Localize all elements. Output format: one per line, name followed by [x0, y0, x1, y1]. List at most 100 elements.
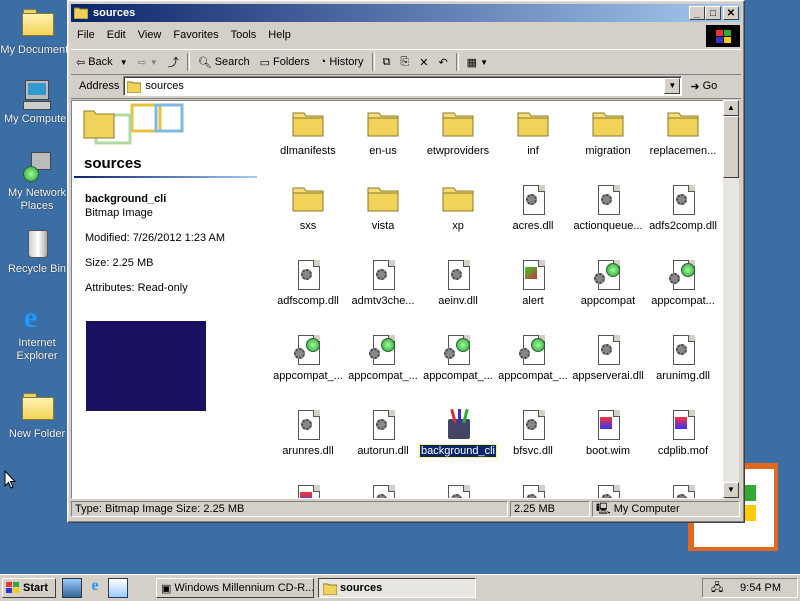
- network-tray-icon[interactable]: 🖧︎: [711, 579, 723, 598]
- file-item[interactable]: admtv3che...: [343, 259, 423, 307]
- scroll-up-button[interactable]: ▲: [723, 100, 739, 116]
- file-item[interactable]: bfsvc.dll: [493, 409, 573, 457]
- menu-favorites[interactable]: Favorites: [167, 25, 224, 45]
- show-desktop-icon[interactable]: [62, 578, 82, 598]
- file-item[interactable]: [343, 484, 423, 498]
- up-button[interactable]: ⤴: [163, 51, 184, 73]
- address-dropdown-button[interactable]: ▼: [664, 78, 681, 94]
- file-item[interactable]: [493, 484, 573, 498]
- file-item[interactable]: adfscomp.dll: [268, 259, 348, 307]
- vertical-scrollbar[interactable]: ▲ ▼: [723, 100, 739, 498]
- file-item[interactable]: xp: [418, 184, 498, 232]
- menu-view[interactable]: View: [132, 25, 168, 45]
- taskbar-item-cd-window[interactable]: ▣ Windows Millennium CD-R...: [156, 578, 314, 598]
- title-bar[interactable]: sources _ □ ✕: [71, 4, 741, 22]
- go-button[interactable]: ➜ Go: [690, 80, 717, 93]
- file-item[interactable]: appcompat: [568, 259, 648, 307]
- selected-file-size: Size: 2.25 MB: [85, 257, 154, 269]
- desktop-icon-my-computer[interactable]: My Computer: [0, 78, 74, 126]
- file-item[interactable]: [568, 484, 648, 498]
- start-button[interactable]: Start: [2, 578, 56, 598]
- folder-icon: [367, 109, 399, 141]
- file-item[interactable]: en-us: [343, 109, 423, 157]
- address-label: Address: [79, 80, 120, 92]
- forward-button[interactable]: ⇨ ▼: [133, 51, 163, 73]
- folder-icon: [21, 393, 54, 425]
- copy-to-icon: ⎘: [400, 55, 410, 68]
- file-item[interactable]: [643, 484, 723, 498]
- file-item[interactable]: [268, 484, 348, 498]
- menu-help[interactable]: Help: [262, 25, 297, 45]
- close-button[interactable]: ✕: [723, 6, 739, 20]
- desktop-icon-my-documents[interactable]: My Documents: [0, 6, 74, 57]
- search-button[interactable]: 🔍︎ Search: [193, 51, 255, 73]
- file-item[interactable]: appcompat...: [643, 259, 723, 307]
- address-input[interactable]: sources ▼: [123, 76, 683, 96]
- menu-edit[interactable]: Edit: [101, 25, 132, 45]
- chevron-down-icon[interactable]: ▼: [150, 58, 158, 67]
- file-item[interactable]: appcompat_...: [343, 334, 423, 382]
- move-to-button[interactable]: ⧉: [378, 51, 396, 73]
- file-item[interactable]: dlmanifests: [268, 109, 348, 157]
- delete-button[interactable]: ✕: [414, 51, 433, 73]
- scroll-thumb[interactable]: [723, 116, 739, 178]
- windows-logo-icon: [706, 25, 740, 47]
- file-item[interactable]: replacemen...: [643, 109, 723, 157]
- file-name: admtv3che...: [351, 295, 415, 307]
- file-name: appcompat_...: [273, 370, 343, 382]
- file-item[interactable]: boot.wim: [568, 409, 648, 457]
- toolbar-separator: [455, 53, 459, 71]
- folder-icon: [367, 184, 399, 216]
- desktop-icon-my-network-places[interactable]: My Network Places: [0, 152, 74, 213]
- dll-file-icon: [292, 409, 324, 441]
- minimize-button[interactable]: _: [689, 6, 705, 20]
- file-item[interactable]: autorun.dll: [343, 409, 423, 457]
- taskbar-item-sources[interactable]: sources: [318, 578, 476, 598]
- file-item[interactable]: [418, 484, 498, 498]
- folders-button[interactable]: ▭ Folders: [255, 51, 315, 73]
- file-item[interactable]: aeinv.dll: [418, 259, 498, 307]
- maximize-button[interactable]: □: [705, 6, 721, 20]
- chevron-down-icon: ▼: [480, 57, 488, 67]
- file-item[interactable]: actionqueue...: [568, 184, 648, 232]
- scroll-down-button[interactable]: ▼: [723, 482, 739, 498]
- folder-icon: [73, 6, 89, 25]
- history-button[interactable]: ◔ History: [315, 51, 369, 73]
- desktop-icon-recycle-bin[interactable]: Recycle Bin: [0, 228, 74, 276]
- undo-button[interactable]: ↶: [433, 51, 452, 73]
- file-item[interactable]: cdplib.mof: [643, 409, 723, 457]
- file-item[interactable]: arunres.dll: [268, 409, 348, 457]
- address-value: sources: [145, 80, 184, 92]
- copy-to-button[interactable]: ⎘: [395, 51, 414, 73]
- desktop-icon-internet-explorer[interactable]: e Internet Explorer: [0, 302, 74, 363]
- appcompat-file-icon: [592, 259, 624, 291]
- file-item[interactable]: inf: [493, 109, 573, 157]
- delete-icon: ✕: [419, 56, 429, 69]
- outlook-express-icon[interactable]: [108, 578, 128, 598]
- file-item[interactable]: background_cli: [418, 408, 498, 458]
- file-item[interactable]: migration: [568, 109, 648, 157]
- file-item[interactable]: appcompat_...: [418, 334, 498, 382]
- file-item[interactable]: alert: [493, 259, 573, 307]
- selected-file-modified: Modified: 7/26/2012 1:23 AM: [85, 232, 226, 244]
- menu-tools[interactable]: Tools: [225, 25, 263, 45]
- views-button[interactable]: ▦ ▼: [462, 51, 493, 73]
- menu-file[interactable]: File: [71, 25, 101, 45]
- toolbar-separator: [186, 53, 190, 71]
- file-item[interactable]: sxs: [268, 184, 348, 232]
- back-button[interactable]: ⇦ Back ▼: [71, 51, 133, 73]
- file-name: adfscomp.dll: [277, 295, 339, 307]
- file-item[interactable]: appserverai.dll: [568, 334, 648, 382]
- file-item[interactable]: acres.dll: [493, 184, 573, 232]
- file-item[interactable]: arunimg.dll: [643, 334, 723, 382]
- desktop-icon-new-folder[interactable]: New Folder: [0, 390, 74, 441]
- internet-explorer-icon[interactable]: e: [86, 578, 104, 596]
- file-item[interactable]: adfs2comp.dll: [643, 184, 723, 232]
- folder-icon: [517, 109, 549, 141]
- file-item[interactable]: appcompat_...: [493, 334, 573, 382]
- file-item[interactable]: vista: [343, 184, 423, 232]
- menu-bar: File Edit View Favorites Tools Help: [71, 25, 741, 45]
- file-item[interactable]: appcompat_...: [268, 334, 348, 382]
- chevron-down-icon[interactable]: ▼: [120, 58, 128, 67]
- file-item[interactable]: etwproviders: [418, 109, 498, 157]
